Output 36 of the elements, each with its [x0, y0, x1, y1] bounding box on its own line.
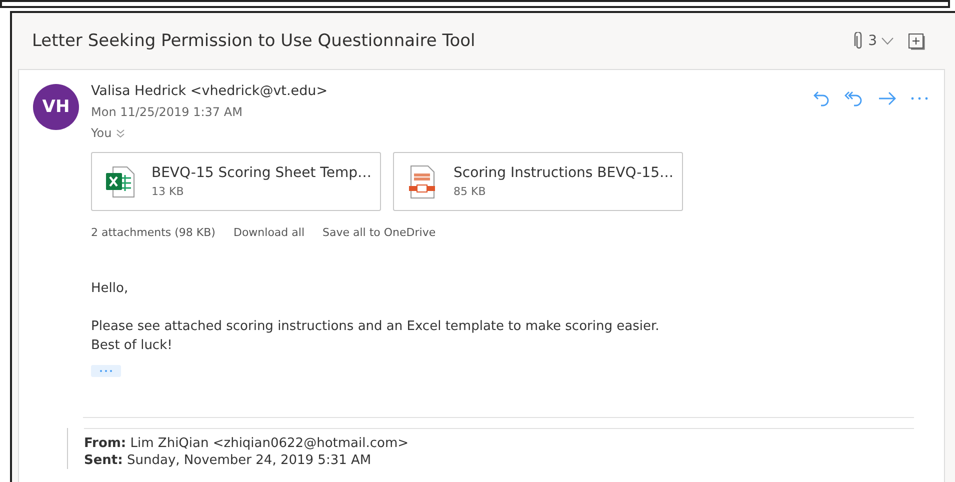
sender-name: Valisa Hedrick <vhedrick@vt.edu>	[91, 82, 329, 100]
recipients-toggle[interactable]: You	[91, 124, 813, 142]
reply-all-button[interactable]	[844, 90, 864, 107]
attachment-card[interactable]: Scoring Instructions BEVQ-15… 85 KB	[393, 152, 683, 211]
window-plus-icon	[908, 32, 925, 50]
pdf-file-icon	[406, 164, 437, 198]
attachments-button[interactable]: 3	[854, 32, 894, 50]
show-more-button[interactable]	[91, 365, 121, 377]
paperclip-icon	[854, 32, 864, 50]
body-text-line: Hello,	[91, 280, 130, 298]
reply-button[interactable]	[813, 90, 830, 107]
more-icon	[98, 369, 114, 373]
attachment-name: BEVQ-15 Scoring Sheet Temp…	[151, 165, 368, 181]
attachment-action-link[interactable]: Download all	[233, 226, 304, 239]
quoted-header-line: From: Lim ZhiQian <zhiqian0622@hotmail.com>	[84, 435, 410, 452]
more-icon	[911, 97, 928, 100]
body-text-line: Best of luck!	[91, 337, 174, 355]
quoted-header-line: Sent: Sunday, November 24, 2019 5:31 AM	[84, 452, 372, 469]
reply-icon	[813, 90, 830, 107]
email-subject: Letter Seeking Permission to Use Questionnaire Tool	[32, 31, 476, 51]
attachment-size: 85 KB	[454, 185, 487, 198]
sender-avatar: VH	[33, 84, 79, 130]
attachment-card[interactable]: BEVQ-15 Scoring Sheet Temp… 13 KB	[91, 152, 381, 211]
chevron-down-icon	[881, 37, 894, 45]
attachment-summary: 2 attachments (98 KB)	[91, 226, 216, 239]
forward-arrow-icon	[878, 90, 897, 107]
body-text-line: Please see attached scoring instructions and an Excel template to make scoring easier.	[91, 318, 660, 336]
reply-all-icon	[844, 90, 864, 107]
pop-out-button[interactable]	[908, 32, 925, 50]
sent-date: Mon 11/25/2019 1:37 AM	[91, 104, 244, 121]
double-chevron-icon	[116, 128, 125, 138]
attachment-action-link[interactable]: Save all to OneDrive	[322, 226, 436, 239]
forward-button[interactable]	[878, 90, 897, 107]
attachment-size: 13 KB	[151, 185, 185, 198]
attachment-name: Scoring Instructions BEVQ-15…	[454, 165, 670, 181]
spreadsheet-file-icon	[104, 166, 135, 198]
